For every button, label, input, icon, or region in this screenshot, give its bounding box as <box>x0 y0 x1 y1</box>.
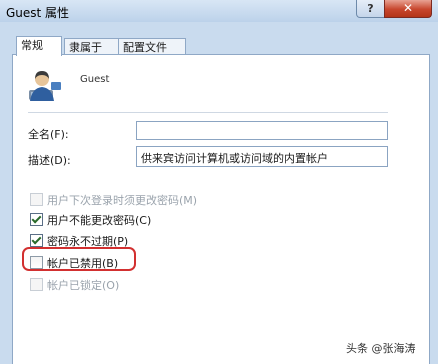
title-bar: Guest 属性 ? ✕ <box>0 0 438 22</box>
help-button[interactable]: ? <box>356 0 385 18</box>
checkbox[interactable] <box>30 278 43 291</box>
option-label: 帐户已锁定(O) <box>47 279 120 292</box>
separator <box>28 112 388 113</box>
description-label: 描述(D): <box>28 154 71 167</box>
tab-general[interactable]: 常规 <box>16 36 62 56</box>
general-panel <box>12 54 430 364</box>
highlight-annotation <box>22 247 136 271</box>
user-name: Guest <box>80 74 110 85</box>
close-button[interactable]: ✕ <box>384 0 432 18</box>
checkbox[interactable] <box>30 213 43 226</box>
user-icon <box>29 71 61 101</box>
tab-profile[interactable]: 配置文件 <box>118 38 186 55</box>
option-label: 用户不能更改密码(C) <box>47 214 152 227</box>
tab-member-of[interactable]: 隶属于 <box>64 38 120 55</box>
checkbox[interactable] <box>30 234 43 247</box>
window-title: Guest 属性 <box>6 6 70 20</box>
description-field[interactable]: 供来宾访问计算机或访问域的内置帐户 <box>136 146 388 167</box>
fullname-field[interactable] <box>136 121 388 140</box>
fullname-label: 全名(F): <box>28 128 69 141</box>
checkbox[interactable] <box>30 193 43 206</box>
option-label: 用户下次登录时须更改密码(M) <box>47 194 198 207</box>
watermark: 头条 @张海涛 <box>346 342 416 355</box>
